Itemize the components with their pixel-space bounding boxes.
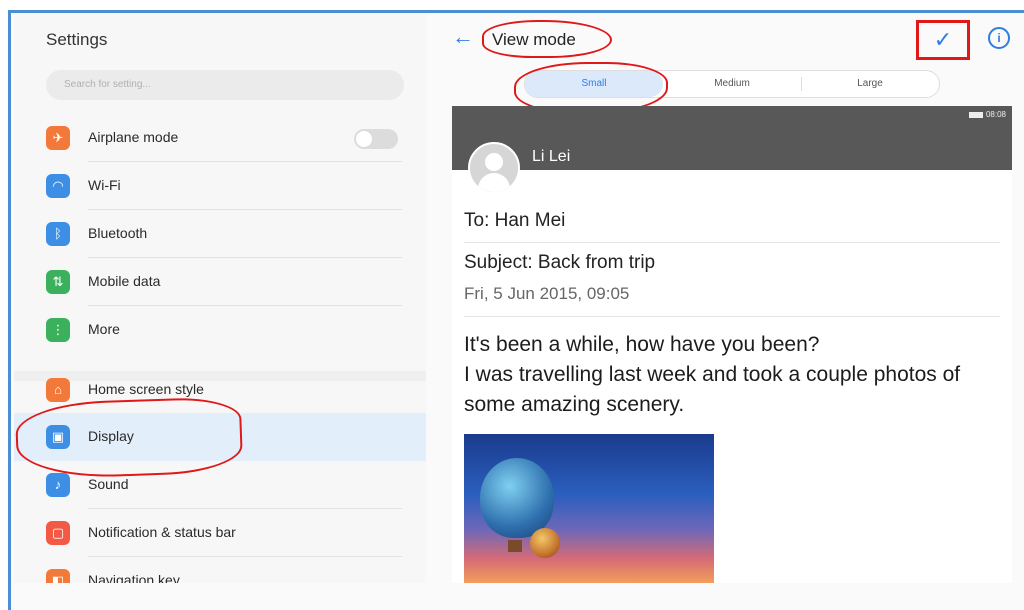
more-icon: ⋮	[46, 318, 70, 342]
check-icon: ✓	[933, 27, 953, 52]
email-body-line: I was travelling last week and took a co…	[464, 363, 961, 416]
settings-search-input[interactable]: Search for setting...	[46, 70, 404, 100]
settings-item-label: Mobile data	[88, 273, 161, 289]
email-photo	[464, 434, 714, 583]
settings-item-label: Sound	[88, 476, 129, 492]
settings-item-label: Bluetooth	[88, 225, 148, 241]
settings-title: Settings	[46, 30, 108, 49]
battery-icon	[968, 111, 983, 118]
hot-air-balloon-image	[480, 458, 554, 538]
mobile-data-icon: ⇅	[46, 270, 70, 294]
settings-item-label: Airplane mode	[88, 129, 179, 145]
bluetooth-icon: ᛒ	[46, 222, 70, 246]
wifi-icon: ◠	[46, 174, 70, 198]
settings-item-navigation-key[interactable]: ◧ Navigation key	[14, 557, 426, 583]
email-body-line: It's been a while, how have you been?	[464, 333, 820, 356]
notification-icon: ▢	[46, 521, 70, 545]
view-mode-option-medium[interactable]: Medium	[663, 71, 801, 97]
settings-item-label: Home screen style	[88, 381, 204, 397]
settings-item-notification[interactable]: ▢ Notification & status bar	[14, 509, 426, 557]
avatar	[468, 142, 520, 194]
title-annotation-mark	[482, 20, 612, 58]
settings-item-wifi[interactable]: ◠ Wi-Fi	[14, 162, 426, 210]
settings-pane: Settings Search for setting... ✈ Airplan…	[14, 14, 427, 583]
info-icon[interactable]: i	[988, 27, 1010, 49]
settings-item-bluetooth[interactable]: ᛒ Bluetooth	[14, 210, 426, 258]
email-date: Fri, 5 Jun 2015, 09:05	[464, 284, 630, 303]
email-recipient: To: Han Mei	[464, 210, 566, 231]
settings-item-mobile-data[interactable]: ⇅ Mobile data	[14, 258, 426, 306]
navigation-key-icon: ◧	[46, 569, 70, 583]
settings-item-more[interactable]: ⋮ More	[14, 306, 426, 354]
airplane-mode-toggle[interactable]	[354, 129, 398, 149]
view-mode-pane: ← View mode ✓ i Small Medium Large 08:08…	[426, 14, 1024, 583]
back-arrow-icon[interactable]: ←	[452, 24, 474, 50]
email-preview: 08:08 Li Lei To: Han Mei Subject: Back f…	[452, 106, 1012, 583]
preview-status-time: 08:08	[985, 110, 1006, 119]
display-annotation-mark	[14, 396, 244, 480]
hot-air-balloon-image	[530, 528, 560, 558]
confirm-check-button[interactable]: ✓	[916, 20, 970, 60]
settings-item-label: Notification & status bar	[88, 524, 236, 540]
email-body: It's been a while, how have you been? I …	[464, 330, 994, 420]
settings-item-label: Wi-Fi	[88, 177, 121, 193]
sound-icon: ♪	[46, 473, 70, 497]
sender-name: Li Lei	[532, 148, 571, 165]
email-subject: Subject: Back from trip	[464, 252, 656, 273]
home-screen-icon: ⌂	[46, 378, 70, 402]
preview-status-bar: 08:08	[968, 110, 1006, 119]
settings-item-label: Navigation key	[88, 572, 180, 583]
view-mode-option-large[interactable]: Large	[801, 71, 939, 97]
settings-item-label: More	[88, 321, 120, 337]
airplane-icon: ✈	[46, 126, 70, 150]
settings-item-airplane-mode[interactable]: ✈ Airplane mode	[14, 114, 426, 162]
